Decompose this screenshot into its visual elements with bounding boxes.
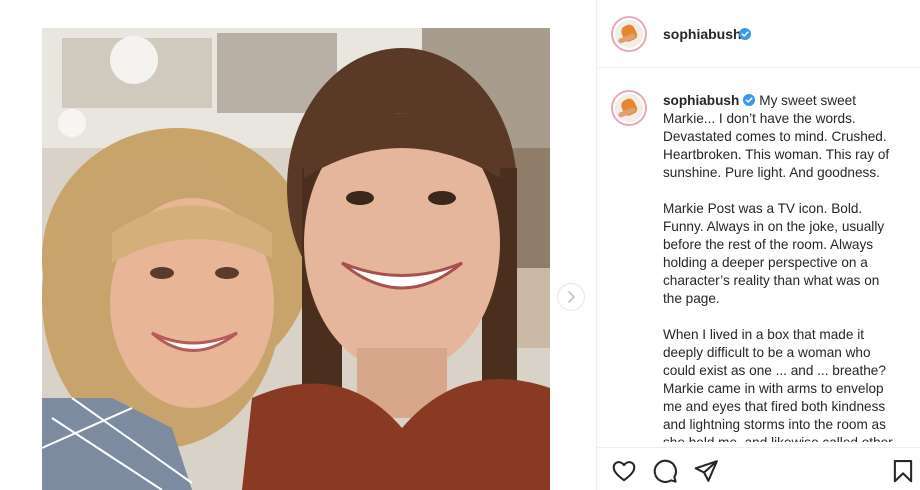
post-side-panel: sophiabush sophiabush My sweet sweet Mark… xyxy=(596,0,920,490)
caption-avatar-figure-legs xyxy=(617,107,637,118)
comment-button[interactable] xyxy=(652,458,678,484)
like-button[interactable] xyxy=(611,458,637,484)
heart-icon xyxy=(612,461,636,482)
share-button[interactable] xyxy=(693,458,719,484)
verified-badge-icon xyxy=(739,28,751,40)
post-actions-bar xyxy=(597,447,920,490)
avatar-figure-legs xyxy=(617,33,637,44)
photo-area xyxy=(0,0,596,490)
next-photo-button[interactable] xyxy=(558,284,584,310)
caption-username[interactable]: sophiabush xyxy=(663,93,739,108)
caption-verified-badge-icon xyxy=(743,94,756,106)
caption-avatar-image xyxy=(615,94,643,122)
avatar[interactable] xyxy=(611,16,647,52)
paper-plane-icon xyxy=(694,460,718,482)
instagram-post-modal: sophiabush sophiabush My sweet sweet Mark… xyxy=(0,0,920,490)
caption-avatar[interactable] xyxy=(611,90,647,126)
post-caption: sophiabush My sweet sweet Markie... I don… xyxy=(663,92,895,442)
save-button[interactable] xyxy=(890,458,916,484)
header-username[interactable]: sophiabush xyxy=(663,26,742,42)
post-photo[interactable] xyxy=(42,28,550,490)
caption-paragraph-2: Markie Post was a TV icon. Bold. Funny. … xyxy=(663,201,885,306)
post-photo-image xyxy=(42,28,550,490)
comment-icon xyxy=(653,459,677,483)
avatar-image xyxy=(615,20,643,48)
caption-paragraph-3: When I lived in a box that made it deepl… xyxy=(663,327,893,442)
chevron-right-icon xyxy=(568,291,575,303)
post-header: sophiabush xyxy=(597,0,920,68)
bookmark-icon xyxy=(893,460,913,483)
caption-paragraph-1: sophiabush My sweet sweet Markie... I don… xyxy=(663,92,895,182)
